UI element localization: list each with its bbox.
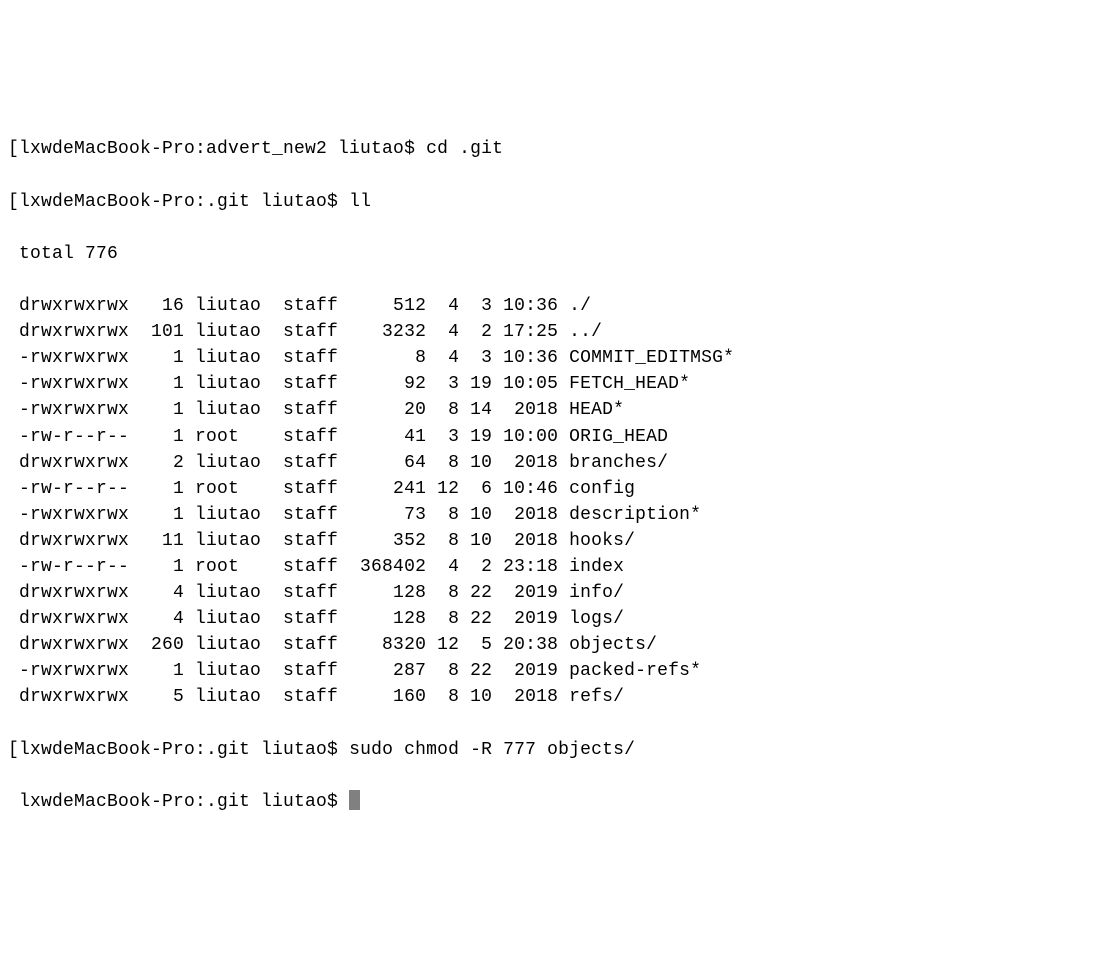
listing-row: drwxrwxrwx 5 liutao staff 160 8 10 2018 …	[8, 684, 1090, 710]
prompt-line-3: [lxwdeMacBook-Pro:.git liutao$ sudo chmo…	[8, 737, 1090, 763]
cursor-icon	[349, 790, 360, 810]
listing-row: -rwxrwxrwx 1 liutao staff 287 8 22 2019 …	[8, 658, 1090, 684]
total-line: total 776	[8, 241, 1090, 267]
prompt-text: [lxwdeMacBook-Pro:.git liutao$	[8, 192, 349, 212]
listing-row: drwxrwxrwx 101 liutao staff 3232 4 2 17:…	[8, 319, 1090, 345]
prompt-text: lxwdeMacBook-Pro:.git liutao$	[8, 792, 349, 812]
prompt-text: [lxwdeMacBook-Pro:advert_new2 liutao$	[8, 139, 426, 159]
listing-row: drwxrwxrwx 16 liutao staff 512 4 3 10:36…	[8, 293, 1090, 319]
listing-row: -rw-r--r-- 1 root staff 241 12 6 10:46 c…	[8, 476, 1090, 502]
command-text[interactable]: sudo chmod -R 777 objects/	[349, 740, 635, 760]
listing-row: -rw-r--r-- 1 root staff 41 3 19 10:00 OR…	[8, 424, 1090, 450]
prompt-line-2: [lxwdeMacBook-Pro:.git liutao$ ll	[8, 189, 1090, 215]
command-text[interactable]: ll	[349, 192, 371, 212]
prompt-line-4[interactable]: lxwdeMacBook-Pro:.git liutao$	[8, 789, 1090, 815]
listing-row: drwxrwxrwx 4 liutao staff 128 8 22 2019 …	[8, 580, 1090, 606]
file-listing: drwxrwxrwx 16 liutao staff 512 4 3 10:36…	[8, 293, 1090, 711]
listing-row: drwxrwxrwx 11 liutao staff 352 8 10 2018…	[8, 528, 1090, 554]
listing-row: -rw-r--r-- 1 root staff 368402 4 2 23:18…	[8, 554, 1090, 580]
listing-row: -rwxrwxrwx 1 liutao staff 8 4 3 10:36 CO…	[8, 345, 1090, 371]
terminal-output: [lxwdeMacBook-Pro:advert_new2 liutao$ cd…	[8, 110, 1090, 841]
listing-row: -rwxrwxrwx 1 liutao staff 20 8 14 2018 H…	[8, 397, 1090, 423]
listing-row: -rwxrwxrwx 1 liutao staff 73 8 10 2018 d…	[8, 502, 1090, 528]
listing-row: drwxrwxrwx 4 liutao staff 128 8 22 2019 …	[8, 606, 1090, 632]
command-text[interactable]: cd .git	[426, 139, 503, 159]
listing-row: drwxrwxrwx 2 liutao staff 64 8 10 2018 b…	[8, 450, 1090, 476]
listing-row: drwxrwxrwx 260 liutao staff 8320 12 5 20…	[8, 632, 1090, 658]
prompt-text: [lxwdeMacBook-Pro:.git liutao$	[8, 740, 349, 760]
prompt-line-1: [lxwdeMacBook-Pro:advert_new2 liutao$ cd…	[8, 136, 1090, 162]
listing-row: -rwxrwxrwx 1 liutao staff 92 3 19 10:05 …	[8, 371, 1090, 397]
